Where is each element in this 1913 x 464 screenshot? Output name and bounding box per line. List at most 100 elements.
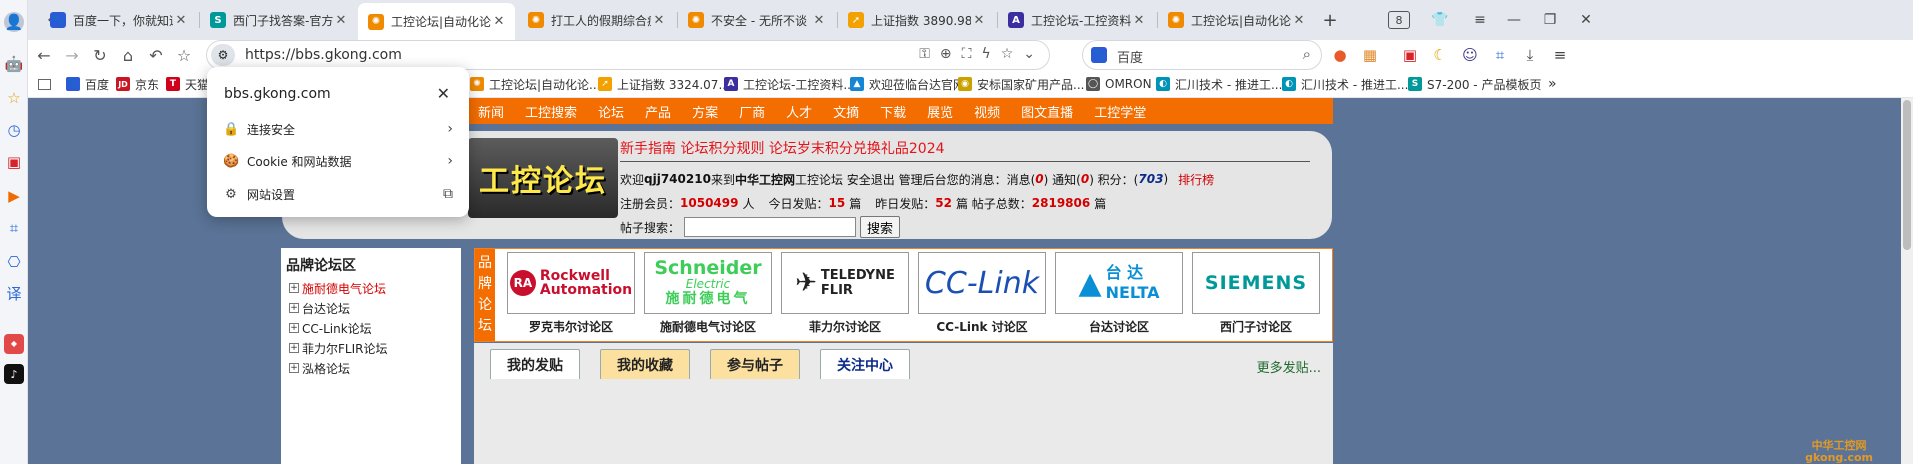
forum-link[interactable]: CC-Link论坛 xyxy=(302,320,372,337)
username[interactable]: qjj740210 xyxy=(644,172,711,186)
vertical-scrollbar[interactable] xyxy=(1901,98,1913,464)
menu-item-solutions[interactable]: 方案 xyxy=(692,102,718,121)
schneider-logo[interactable]: Schneider Electric 施耐德电气 xyxy=(644,252,772,314)
forum-list-item[interactable]: + 施耐德电气论坛 xyxy=(281,278,461,298)
menu-item-news[interactable]: 新闻 xyxy=(478,102,504,121)
forum-list-item[interactable]: + CC-Link论坛 xyxy=(281,318,461,338)
restore-icon[interactable]: ❐ xyxy=(1538,8,1562,32)
minimize-icon[interactable]: — xyxy=(1502,8,1526,32)
bookmark-item[interactable]: A 工控论坛-工控资料... xyxy=(724,76,855,92)
forum-logo[interactable]: 工控论坛 xyxy=(468,138,618,218)
shirt-skin-icon[interactable]: 👕 xyxy=(1428,8,1452,32)
notification-count[interactable]: 0 xyxy=(1081,172,1089,186)
more-posts-link[interactable]: 更多发贴... xyxy=(1257,357,1321,376)
message-count[interactable]: 0 xyxy=(1035,172,1043,186)
brand-name[interactable]: 台达讨论区 xyxy=(1055,318,1183,335)
forum-link[interactable]: 菲力尔FLIR论坛 xyxy=(302,340,387,357)
home-icon[interactable]: ⌂ xyxy=(116,43,140,67)
menu-item-exhibition[interactable]: 展览 xyxy=(927,102,953,121)
tab-siemens[interactable]: S 西门子找答案-官方技术 ✕ xyxy=(200,5,357,35)
forum-list-item[interactable]: + 泓格论坛 xyxy=(281,358,461,378)
menu-icon[interactable]: ≡ xyxy=(1468,8,1492,32)
bookmark-item[interactable]: JD 京东 xyxy=(116,76,159,92)
brand-cclink[interactable]: CC-Link CC-Link 讨论区 xyxy=(918,252,1046,335)
menu-item-digest[interactable]: 文摘 xyxy=(833,102,859,121)
address-bar[interactable]: ⚙ https://bbs.gkong.com ⚿ ⊕ ⛶ ϟ ☆ ⌄ xyxy=(206,40,1050,70)
expand-plus-icon[interactable]: + xyxy=(289,283,299,293)
brand-flir[interactable]: ✈ TELEDYNE FLIR 菲力尔讨论区 xyxy=(781,252,909,335)
close-icon[interactable]: ✕ xyxy=(1291,13,1307,28)
bookmark-item[interactable]: ◯ OMRON xyxy=(1086,76,1152,92)
search-engine-name[interactable]: 百度 xyxy=(1117,47,1143,66)
crop-icon[interactable]: ⌗ xyxy=(4,218,24,238)
flir-logo[interactable]: ✈ TELEDYNE FLIR xyxy=(781,252,909,314)
close-icon[interactable]: ✕ xyxy=(173,13,189,28)
forum-list-item[interactable]: + 菲力尔FLIR论坛 xyxy=(281,338,461,358)
zoom-icon[interactable]: ⊕ xyxy=(940,46,952,62)
expand-plus-icon[interactable]: + xyxy=(289,343,299,353)
brand-rockwell[interactable]: RA Rockwell Automation 罗克韦尔讨论区 xyxy=(507,252,635,335)
sidebar-toggle-icon[interactable] xyxy=(38,76,51,92)
site-settings-item[interactable]: ⚙ 网站设置 ⧉ xyxy=(223,183,453,205)
tab-stock-index[interactable]: ➚ 上证指数 3890.98 25. ✕ xyxy=(838,5,995,35)
close-icon[interactable]: ✕ xyxy=(333,13,349,28)
menu-item-talent[interactable]: 人才 xyxy=(786,102,812,121)
tab-my-posts[interactable]: 我的发贴 xyxy=(490,349,580,379)
scrollbar-thumb[interactable] xyxy=(1903,100,1911,250)
tab-gkong-holiday[interactable]: ✺ 打工人的假期综合症 - ✕ xyxy=(518,5,675,35)
expand-plus-icon[interactable]: + xyxy=(289,323,299,333)
connection-security-item[interactable]: 🔒 连接安全 › xyxy=(223,118,453,140)
menu-item-forum[interactable]: 论坛 xyxy=(598,102,624,121)
tab-my-favorites[interactable]: 我的收藏 xyxy=(600,349,690,379)
site-info-icon[interactable]: ⚙ xyxy=(211,44,235,66)
forum-link[interactable]: 施耐德电气论坛 xyxy=(302,280,386,297)
tab-count-badge[interactable]: 8 xyxy=(1388,11,1410,29)
brand-name[interactable]: CC-Link 讨论区 xyxy=(918,318,1046,335)
bookmark-item[interactable]: 🐾 百度 xyxy=(66,76,109,92)
tab-gkong-2[interactable]: ✺ 工控论坛|自动化论坛- ✕ xyxy=(1158,5,1315,35)
undo-icon[interactable]: ↶ xyxy=(144,43,168,67)
close-icon[interactable]: ✕ xyxy=(811,13,827,28)
post-search-input[interactable] xyxy=(684,217,857,237)
tab-participated[interactable]: 参与帖子 xyxy=(710,349,800,379)
brand-delta[interactable]: ▲ 台 达 NELTA 台达讨论区 xyxy=(1055,252,1183,335)
bookmark-item[interactable]: ➚ 上证指数 3324.07... xyxy=(598,76,730,92)
pdf-icon[interactable]: ▣ xyxy=(4,152,24,172)
tab-gkong-insecure[interactable]: ✺ 不安全 - 无所不谈 工控 ✕ xyxy=(678,5,835,35)
search-box[interactable]: 🐾 百度 ⌕ xyxy=(1082,40,1322,70)
brand-schneider[interactable]: Schneider Electric 施耐德电气 施耐德电气讨论区 xyxy=(644,252,772,335)
crop-tool-icon[interactable]: ⌗ xyxy=(1488,43,1512,67)
brand-name[interactable]: 西门子讨论区 xyxy=(1192,318,1320,335)
favorite-star-icon[interactable]: ☆ xyxy=(1001,46,1014,62)
tab-gkong-active[interactable]: ✺ 工控论坛|自动化论坛- ✕ xyxy=(358,3,515,40)
forward-arrow-icon[interactable]: → xyxy=(60,43,84,67)
menu-item-video[interactable]: 视频 xyxy=(974,102,1000,121)
chevron-right-icon[interactable]: » xyxy=(1548,76,1557,92)
brand-siemens[interactable]: SIEMENS 西门子讨论区 xyxy=(1192,252,1320,335)
close-icon[interactable]: ✕ xyxy=(1131,13,1147,28)
leaderboard-link[interactable]: 排行榜 xyxy=(1178,171,1214,188)
new-tab-button[interactable]: + xyxy=(1316,8,1344,32)
star-icon[interactable]: ☆ xyxy=(4,88,24,108)
bookmark-item[interactable]: S S7-200 - 产品模板页 xyxy=(1408,76,1541,92)
post-search-button[interactable]: 搜索 xyxy=(860,216,901,238)
forum-link[interactable]: 泓格论坛 xyxy=(302,360,350,377)
tab-baidu[interactable]: 🐾 百度一下，你就知道 ✕ xyxy=(40,5,197,35)
bookmark-item[interactable]: ◉ 安标国家矿用产品... xyxy=(958,76,1084,92)
bookmark-item[interactable]: ◐ 汇川技术 - 推进工... xyxy=(1156,76,1282,92)
text-scan-icon[interactable]: ⎔ xyxy=(4,252,24,272)
bookmark-item[interactable]: ◐ 汇川技术 - 推进工... xyxy=(1282,76,1408,92)
assistant-robot-icon[interactable]: ☺ xyxy=(1458,43,1482,67)
screenshot-icon[interactable]: ⛶ xyxy=(962,46,972,62)
close-icon[interactable]: ✕ xyxy=(651,13,667,28)
rockwell-logo[interactable]: RA Rockwell Automation xyxy=(507,252,635,314)
delta-logo[interactable]: ▲ 台 达 NELTA xyxy=(1055,252,1183,314)
window-close-icon[interactable]: ✕ xyxy=(1574,8,1598,32)
welcome-text[interactable]: ) 通知( xyxy=(1044,171,1081,188)
download-icon[interactable]: ⤓ xyxy=(1518,43,1542,67)
app-icon[interactable]: ◆ xyxy=(4,334,24,354)
clock-icon[interactable]: ◷ xyxy=(4,120,24,140)
pdf-tool-icon[interactable]: ▣ xyxy=(1398,43,1422,67)
extension-shield-icon[interactable]: ● xyxy=(1328,43,1352,67)
url-text[interactable]: https://bbs.gkong.com xyxy=(245,47,402,63)
